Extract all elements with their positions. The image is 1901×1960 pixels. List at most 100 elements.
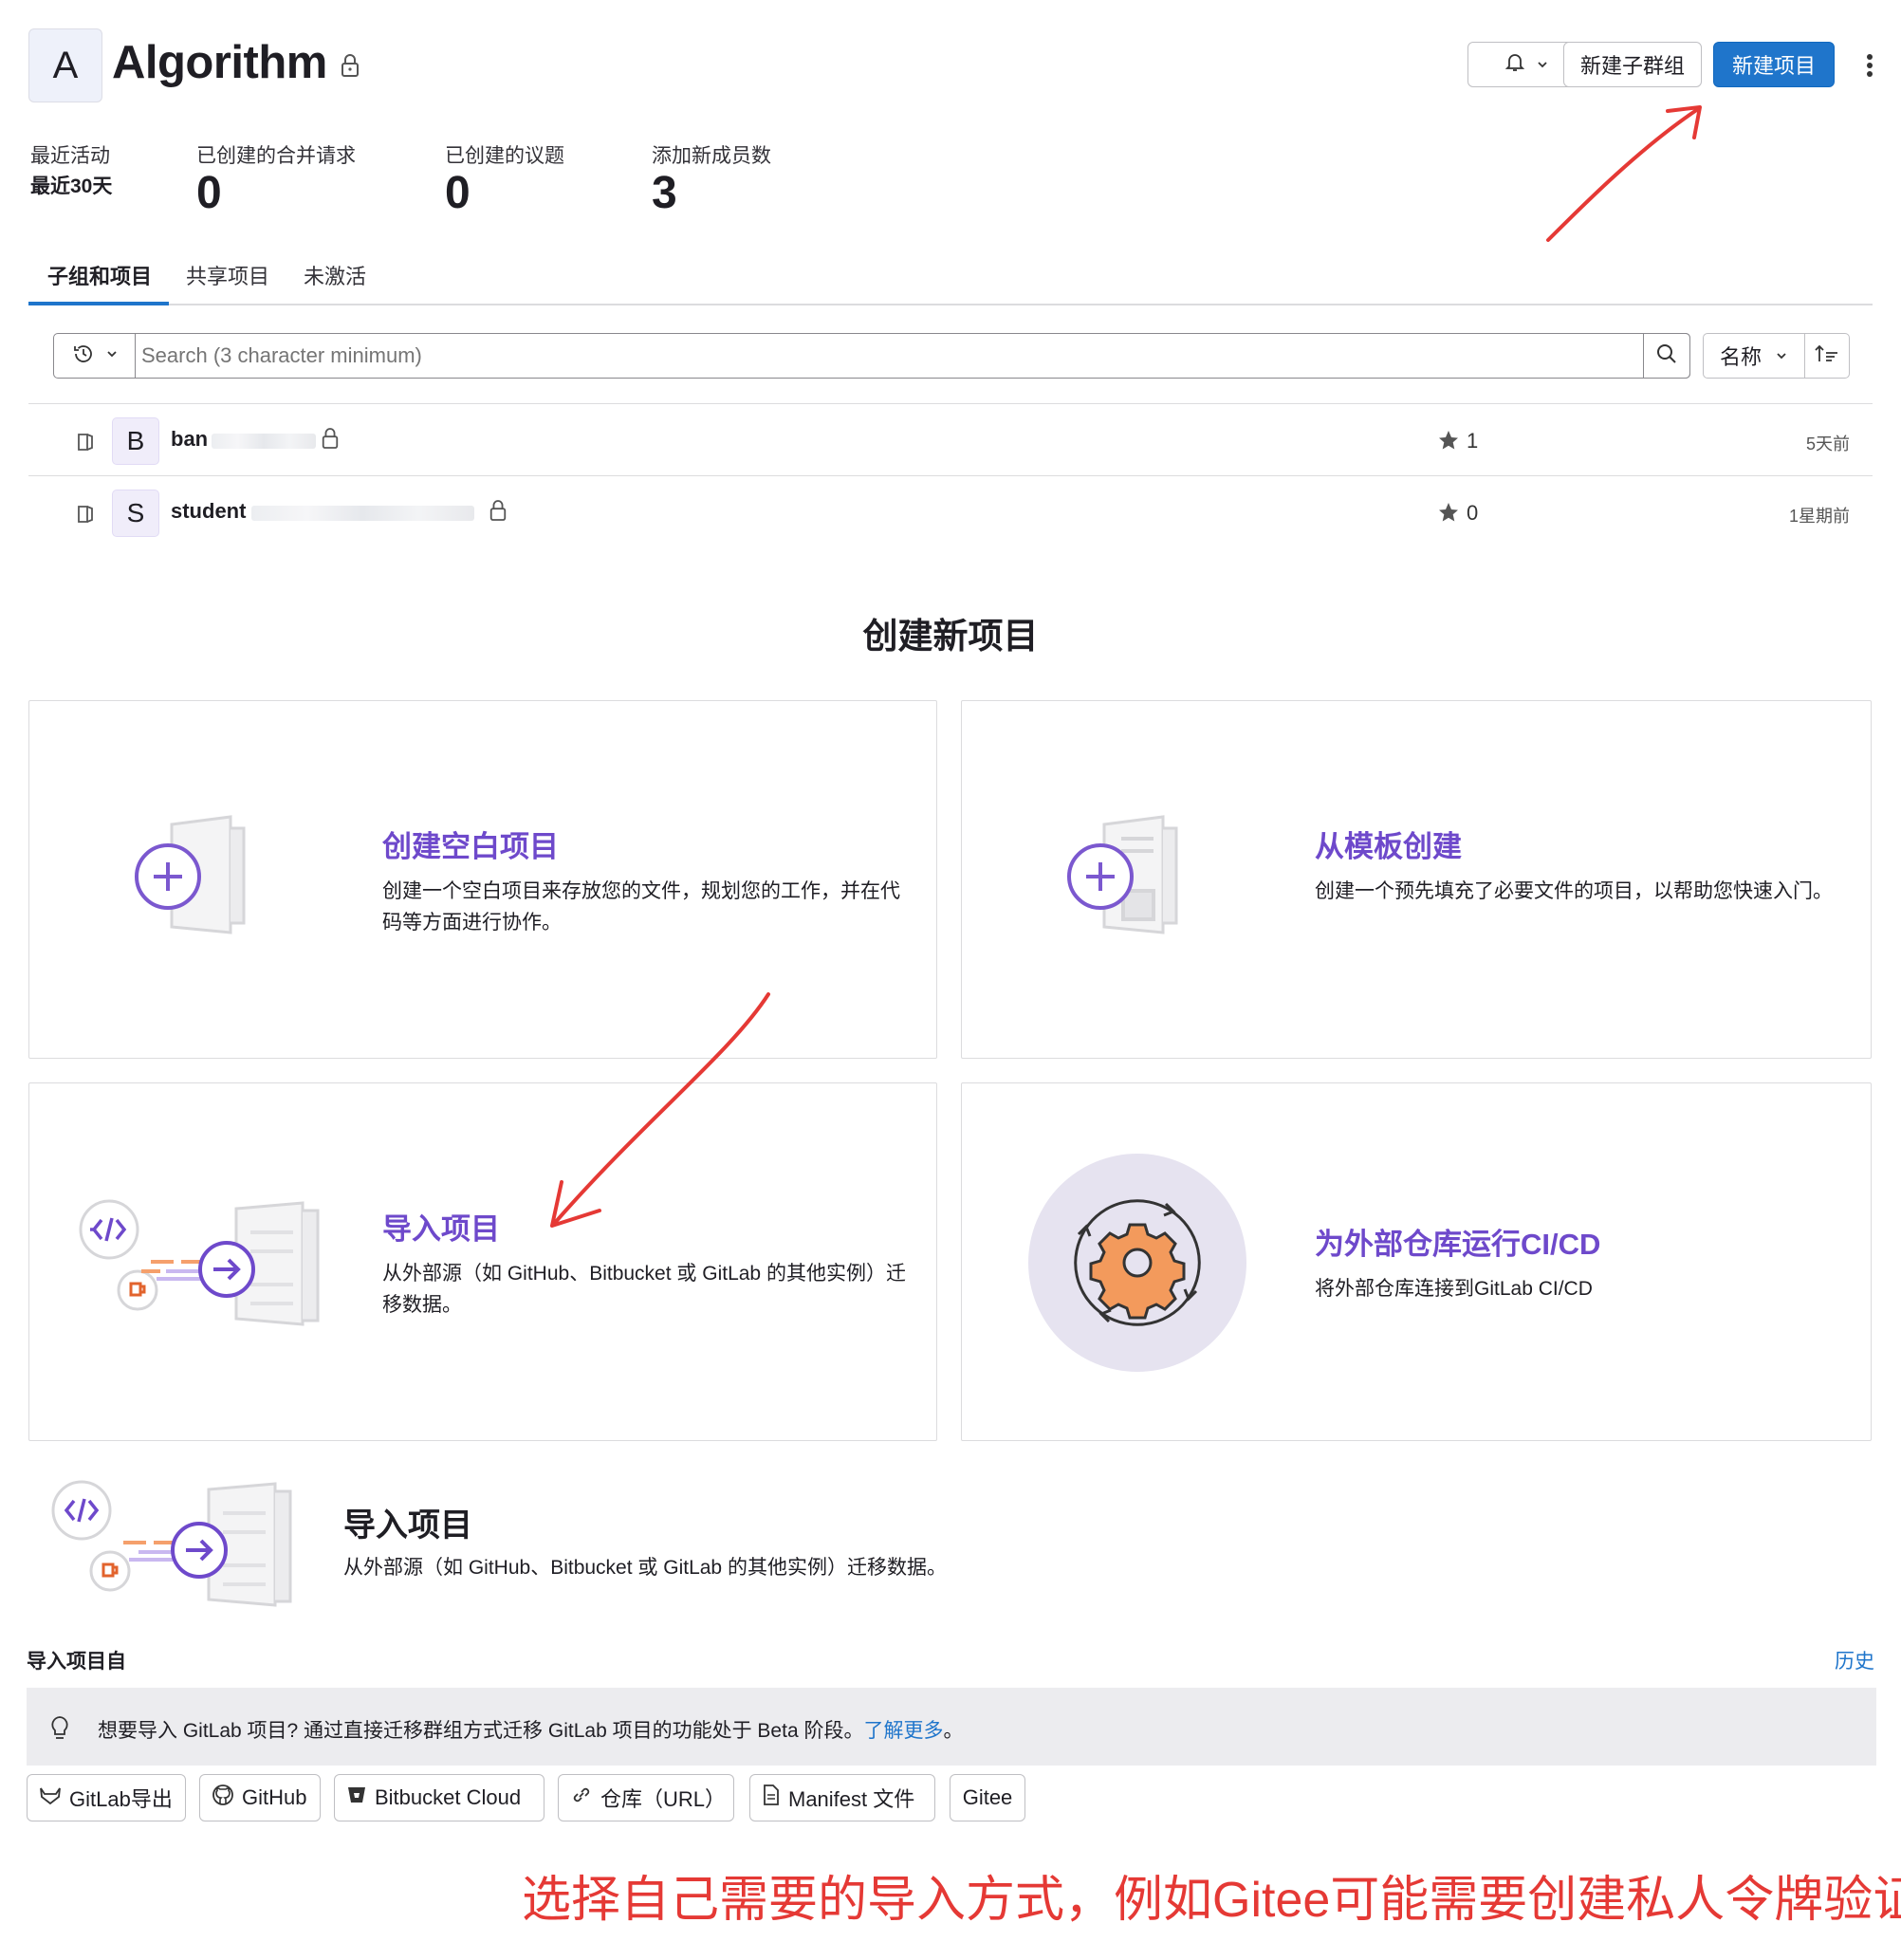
document-icon	[762, 1784, 781, 1812]
stats-period-label: 最近活动	[30, 145, 110, 167]
repository-icon	[76, 431, 95, 458]
create-blank-project-card[interactable]: 创建空白项目 创建一个空白项目来存放您的文件，规划您的工作，并在代码等方面进行协…	[28, 700, 937, 1059]
create-from-template-card[interactable]: 从模板创建 创建一个预先填充了必要文件的项目，以帮助您快速入门。	[961, 700, 1872, 1059]
create-section-heading: 创建新项目	[862, 617, 1039, 656]
card-title: 创建空白项目	[382, 830, 559, 863]
stat-label: 添加新成员数	[652, 145, 771, 167]
beta-notice: 想要导入 GitLab 项目? 通过直接迁移群组方式迁移 GitLab 项目的功…	[27, 1688, 1876, 1766]
project-avatar: B	[112, 417, 159, 465]
bell-icon	[1504, 50, 1526, 79]
tab-subgroups-projects[interactable]: 子组和项目	[47, 260, 152, 290]
beta-notice-text: 想要导入 GitLab 项目? 通过直接迁移群组方式迁移 GitLab 项目的功…	[98, 1715, 963, 1744]
chevron-down-icon	[1775, 343, 1788, 368]
sort-label: 名称	[1719, 345, 1762, 369]
history-icon	[71, 342, 96, 371]
stat-label: 已创建的合并请求	[196, 145, 356, 167]
import-source-label: GitHub	[242, 1785, 307, 1809]
repository-icon	[76, 503, 95, 530]
template-illustration	[1066, 815, 1199, 943]
annotation-text: 选择自己需要的导入方式，例如Gitee可能需要创建私人令牌验证。	[522, 1873, 1901, 1928]
project-name[interactable]: student	[171, 499, 246, 524]
new-subgroup-button[interactable]: 新建子群组	[1563, 42, 1702, 87]
recent-searches-dropdown[interactable]	[54, 334, 136, 378]
sort-direction-button[interactable]	[1804, 333, 1850, 379]
stats-period-value: 最近30天	[30, 176, 113, 197]
annotation-arrow-new-project	[1546, 105, 1702, 242]
import-illustration	[75, 1199, 331, 1337]
search-button[interactable]	[1643, 333, 1690, 379]
updated-time: 1星期前	[1788, 507, 1850, 526]
search-bar	[53, 333, 1690, 379]
group-title: Algorithm	[112, 36, 360, 89]
group-name: Algorithm	[112, 37, 327, 88]
card-description: 从外部源（如 GitHub、Bitbucket 或 GitLab 的其他实例）迁…	[382, 1263, 906, 1316]
learn-more-link[interactable]: 了解更多	[863, 1720, 943, 1742]
new-project-button[interactable]: 新建项目	[1713, 42, 1835, 87]
group-avatar: A	[28, 28, 102, 102]
star-count: 0	[1467, 501, 1479, 525]
notice-end: 。	[943, 1720, 964, 1742]
project-avatar: S	[112, 490, 159, 537]
redacted-text	[212, 434, 316, 449]
tab-inactive[interactable]: 未激活	[304, 260, 366, 290]
card-description: 将外部仓库连接到GitLab CI/CD	[1315, 1278, 1593, 1300]
ci-cd-illustration	[1028, 1154, 1246, 1372]
import-source-label: Bitbucket Cloud	[375, 1785, 522, 1809]
import-github-button[interactable]: GitHub	[199, 1774, 321, 1821]
star-count: 1	[1467, 429, 1479, 453]
import-bitbucket-cloud-button[interactable]: Bitbucket Cloud	[334, 1774, 544, 1821]
stat-value: 3	[652, 168, 677, 218]
notice-text: 想要导入 GitLab 项目? 通过直接迁移群组方式迁移 GitLab 项目的功…	[98, 1720, 864, 1742]
annotation-arrow-import	[550, 992, 770, 1228]
chevron-down-icon	[105, 347, 119, 365]
card-title: 导入项目	[382, 1212, 500, 1246]
project-row[interactable]: B ban 1 5天前	[28, 404, 1873, 475]
import-section-title: 导入项目	[343, 1507, 472, 1544]
import-section-illustration	[47, 1480, 304, 1618]
import-manifest-button[interactable]: Manifest 文件	[749, 1774, 935, 1821]
github-icon	[212, 1784, 234, 1812]
import-project-card[interactable]: 导入项目 从外部源（如 GitHub、Bitbucket 或 GitLab 的其…	[28, 1082, 937, 1441]
project-name[interactable]: ban	[171, 427, 208, 452]
card-description: 创建一个预先填充了必要文件的项目，以帮助您快速入门。	[1315, 880, 1833, 902]
card-title: 为外部仓库运行CI/CD	[1315, 1228, 1601, 1261]
active-tab-indicator	[28, 302, 169, 305]
import-from-label: 导入项目自	[27, 1651, 126, 1673]
star-icon	[1437, 501, 1460, 528]
chevron-down-icon	[1536, 52, 1549, 77]
import-repo-url-button[interactable]: 仓库（URL）	[558, 1774, 734, 1821]
sort-ascending-icon	[1815, 343, 1839, 369]
sort-dropdown[interactable]: 名称	[1703, 333, 1805, 379]
link-icon	[570, 1784, 593, 1812]
stat-value: 0	[445, 168, 471, 218]
import-source-label: GitLab导出	[69, 1787, 173, 1811]
import-source-label: Manifest 文件	[788, 1787, 915, 1811]
card-title: 从模板创建	[1315, 830, 1462, 863]
run-ci-cd-card[interactable]: 为外部仓库运行CI/CD 将外部仓库连接到GitLab CI/CD	[961, 1082, 1872, 1441]
import-section-description: 从外部源（如 GitHub、Bitbucket 或 GitLab 的其他实例）迁…	[343, 1557, 947, 1579]
search-icon	[1655, 342, 1678, 370]
import-source-label: 仓库（URL）	[600, 1787, 727, 1811]
tab-shared-projects[interactable]: 共享项目	[186, 260, 269, 290]
search-input[interactable]	[139, 338, 1680, 374]
more-options-icon[interactable]	[1863, 49, 1876, 82]
stat-value: 0	[196, 168, 222, 218]
stat-label: 已创建的议题	[445, 145, 564, 167]
bitbucket-icon	[346, 1784, 367, 1811]
updated-time: 5天前	[1805, 435, 1850, 453]
card-description: 创建一个空白项目来存放您的文件，规划您的工作，并在代码等方面进行协作。	[382, 880, 900, 934]
import-gitee-button[interactable]: Gitee	[950, 1774, 1025, 1821]
tabs-divider	[28, 304, 1873, 305]
history-link[interactable]: 历史	[1835, 1646, 1874, 1674]
lock-icon	[340, 36, 360, 89]
project-row[interactable]: S student 0 1星期前	[28, 476, 1873, 547]
star-icon	[1437, 429, 1460, 456]
gitlab-icon	[39, 1784, 62, 1811]
lock-icon	[489, 499, 508, 527]
import-gitlab-export-button[interactable]: GitLab导出	[27, 1774, 186, 1821]
redacted-text	[251, 506, 474, 521]
blank-project-illustration	[134, 815, 267, 943]
import-source-label: Gitee	[962, 1785, 1013, 1809]
lock-icon	[321, 427, 340, 454]
lightbulb-icon	[49, 1714, 70, 1746]
